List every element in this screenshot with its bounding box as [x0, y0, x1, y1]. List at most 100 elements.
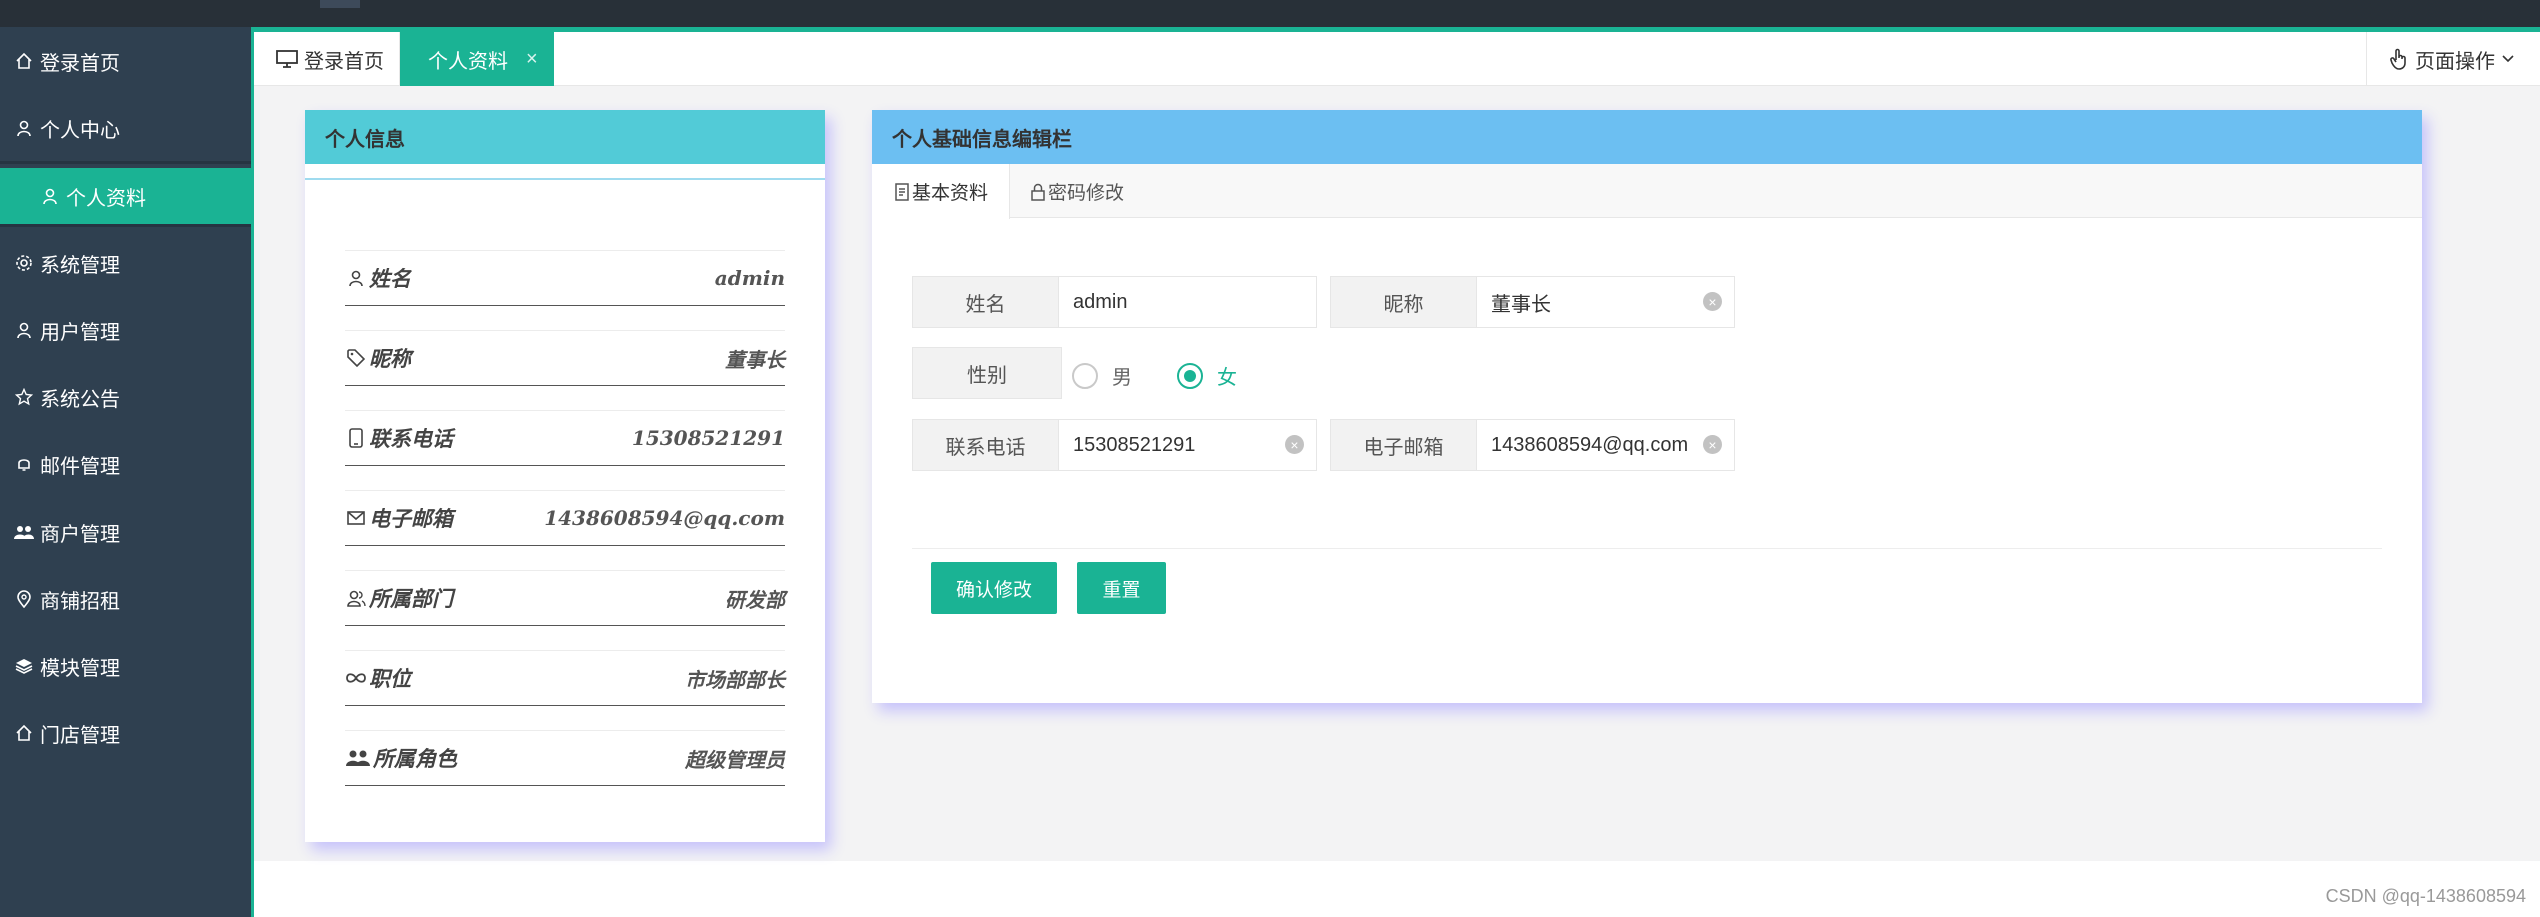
form-divider: [912, 548, 2382, 549]
sidebar-item-label: 系统管理: [40, 254, 120, 277]
nickname-input[interactable]: 董事长 ×: [1477, 277, 1734, 327]
tab-label: 密码修改: [1048, 183, 1125, 204]
reset-button[interactable]: 重置: [1077, 562, 1166, 614]
edit-subtabs: 基本资料 密码修改: [872, 164, 2422, 219]
confirm-button[interactable]: 确认修改: [931, 562, 1057, 614]
lock-icon: [1028, 182, 1048, 202]
info-row-name: 姓名 admin: [345, 250, 785, 306]
personal-info-title: 个人信息: [305, 110, 825, 164]
info-label: 昵称: [369, 346, 411, 371]
bell-icon: [12, 452, 36, 476]
sidebar-separator: [0, 224, 251, 227]
user-icon: [12, 318, 36, 342]
clear-icon[interactable]: ×: [1285, 435, 1304, 454]
sidebar-item-shop-rental[interactable]: 商铺招租: [0, 571, 251, 627]
sidebar-item-store-management[interactable]: 门店管理: [0, 705, 251, 761]
location-icon: [12, 587, 36, 611]
document-icon: [892, 182, 912, 202]
sidebar-item-label: 系统公告: [40, 388, 120, 411]
tab-password[interactable]: 密码修改: [1028, 164, 1148, 219]
phone-input[interactable]: 15308521291 ×: [1059, 420, 1316, 470]
user-icon: [345, 267, 367, 289]
tab-profile[interactable]: 个人资料 ×: [400, 32, 554, 86]
sidebar-item-profile[interactable]: 个人资料: [0, 168, 251, 224]
info-row-phone: 联系电话 15308521291: [345, 410, 785, 466]
info-value: 1438608594@qq.com: [544, 506, 785, 530]
users-icon: [12, 520, 36, 544]
clear-icon[interactable]: ×: [1703, 435, 1722, 454]
info-value: 研发部: [725, 587, 785, 612]
sidebar-item-label: 用户管理: [40, 321, 120, 344]
sidebar-item-label: 模块管理: [40, 657, 120, 680]
name-label: 姓名: [913, 277, 1059, 327]
tab-label: 个人资料: [428, 50, 508, 73]
phone-field: 联系电话 15308521291 ×: [912, 419, 1317, 471]
sidebar-item-module-management[interactable]: 模块管理: [0, 638, 251, 694]
page-operations-dropdown[interactable]: 页面操作: [2366, 32, 2540, 86]
sidebar-item-label: 个人中心: [40, 119, 120, 142]
tab-label: 基本资料: [912, 183, 989, 204]
mobile-icon: [345, 427, 367, 449]
watermark: CSDN @qq-1438608594: [2325, 886, 2526, 906]
star-icon: [12, 385, 36, 409]
phone-label: 联系电话: [913, 420, 1059, 470]
sidebar-item-login-home[interactable]: 登录首页: [0, 33, 251, 89]
info-label: 职位: [369, 666, 411, 691]
name-input[interactable]: admin: [1059, 277, 1316, 327]
email-input[interactable]: 1438608594@qq.com ×: [1477, 420, 1734, 470]
top-bar-accent: [320, 0, 360, 8]
info-label: 所属部门: [369, 586, 453, 611]
tab-label: 登录首页: [304, 50, 384, 73]
sidebar-item-label: 邮件管理: [40, 455, 120, 478]
sidebar-item-label: 个人资料: [66, 187, 146, 210]
radio-label: 女: [1217, 367, 1237, 389]
phone-value: 15308521291: [1073, 433, 1196, 456]
gender-male-radio[interactable]: 男: [1072, 361, 1132, 390]
sidebar-item-system-management[interactable]: 系统管理: [0, 235, 251, 291]
sidebar-separator: [0, 161, 251, 164]
gear-icon: [12, 251, 36, 275]
info-label: 联系电话: [369, 426, 453, 451]
nickname-value: 董事长: [1491, 293, 1551, 316]
info-label: 所属角色: [373, 746, 457, 771]
tab-bar: 登录首页 个人资料 × 页面操作: [254, 32, 2540, 86]
hand-pointer-icon: [2389, 48, 2409, 70]
info-value: admin: [714, 266, 785, 290]
radio-circle: [1072, 362, 1098, 389]
clear-icon[interactable]: ×: [1703, 292, 1722, 311]
user-icon: [12, 116, 36, 140]
name-field: 姓名 admin: [912, 276, 1317, 328]
tag-icon: [345, 347, 367, 369]
personal-info-card: 个人信息 姓名 admin 昵称 董事长 联系电话 15308521291 电子…: [305, 110, 825, 842]
home-icon: [12, 49, 36, 73]
nickname-label: 昵称: [1331, 277, 1477, 327]
info-value: 超级管理员: [685, 747, 785, 772]
info-row-role: 所属角色 超级管理员: [345, 730, 785, 786]
chevron-down-icon: [2501, 54, 2515, 64]
nickname-field: 昵称 董事长 ×: [1330, 276, 1735, 328]
info-label: 姓名: [369, 266, 411, 291]
sidebar-item-personal-center[interactable]: 个人中心: [0, 100, 251, 156]
sidebar-item-merchant-management[interactable]: 商户管理: [0, 504, 251, 560]
sidebar-item-label: 商户管理: [40, 523, 120, 546]
tab-basic-info[interactable]: 基本资料: [872, 164, 1010, 219]
monitor-icon: [276, 50, 298, 68]
email-value: 1438608594@qq.com: [1491, 433, 1689, 456]
sidebar-item-user-management[interactable]: 用户管理: [0, 302, 251, 358]
sidebar-item-mail-management[interactable]: 邮件管理: [0, 436, 251, 492]
card-divider: [305, 178, 825, 180]
radio-label: 男: [1112, 367, 1132, 389]
info-label: 电子邮箱: [369, 506, 453, 531]
gender-female-radio[interactable]: 女: [1177, 361, 1237, 390]
page-operations-label: 页面操作: [2415, 50, 2495, 73]
info-value: 董事长: [725, 347, 785, 372]
home-icon: [12, 721, 36, 745]
layers-icon: [12, 654, 36, 678]
sidebar-item-announcements[interactable]: 系统公告: [0, 369, 251, 425]
users-icon: [345, 747, 371, 769]
radio-circle: [1177, 362, 1203, 389]
tab-login-home[interactable]: 登录首页: [254, 32, 400, 86]
close-icon[interactable]: ×: [526, 48, 538, 71]
gender-label: 性别: [912, 347, 1062, 399]
sidebar-item-label: 登录首页: [40, 52, 120, 75]
